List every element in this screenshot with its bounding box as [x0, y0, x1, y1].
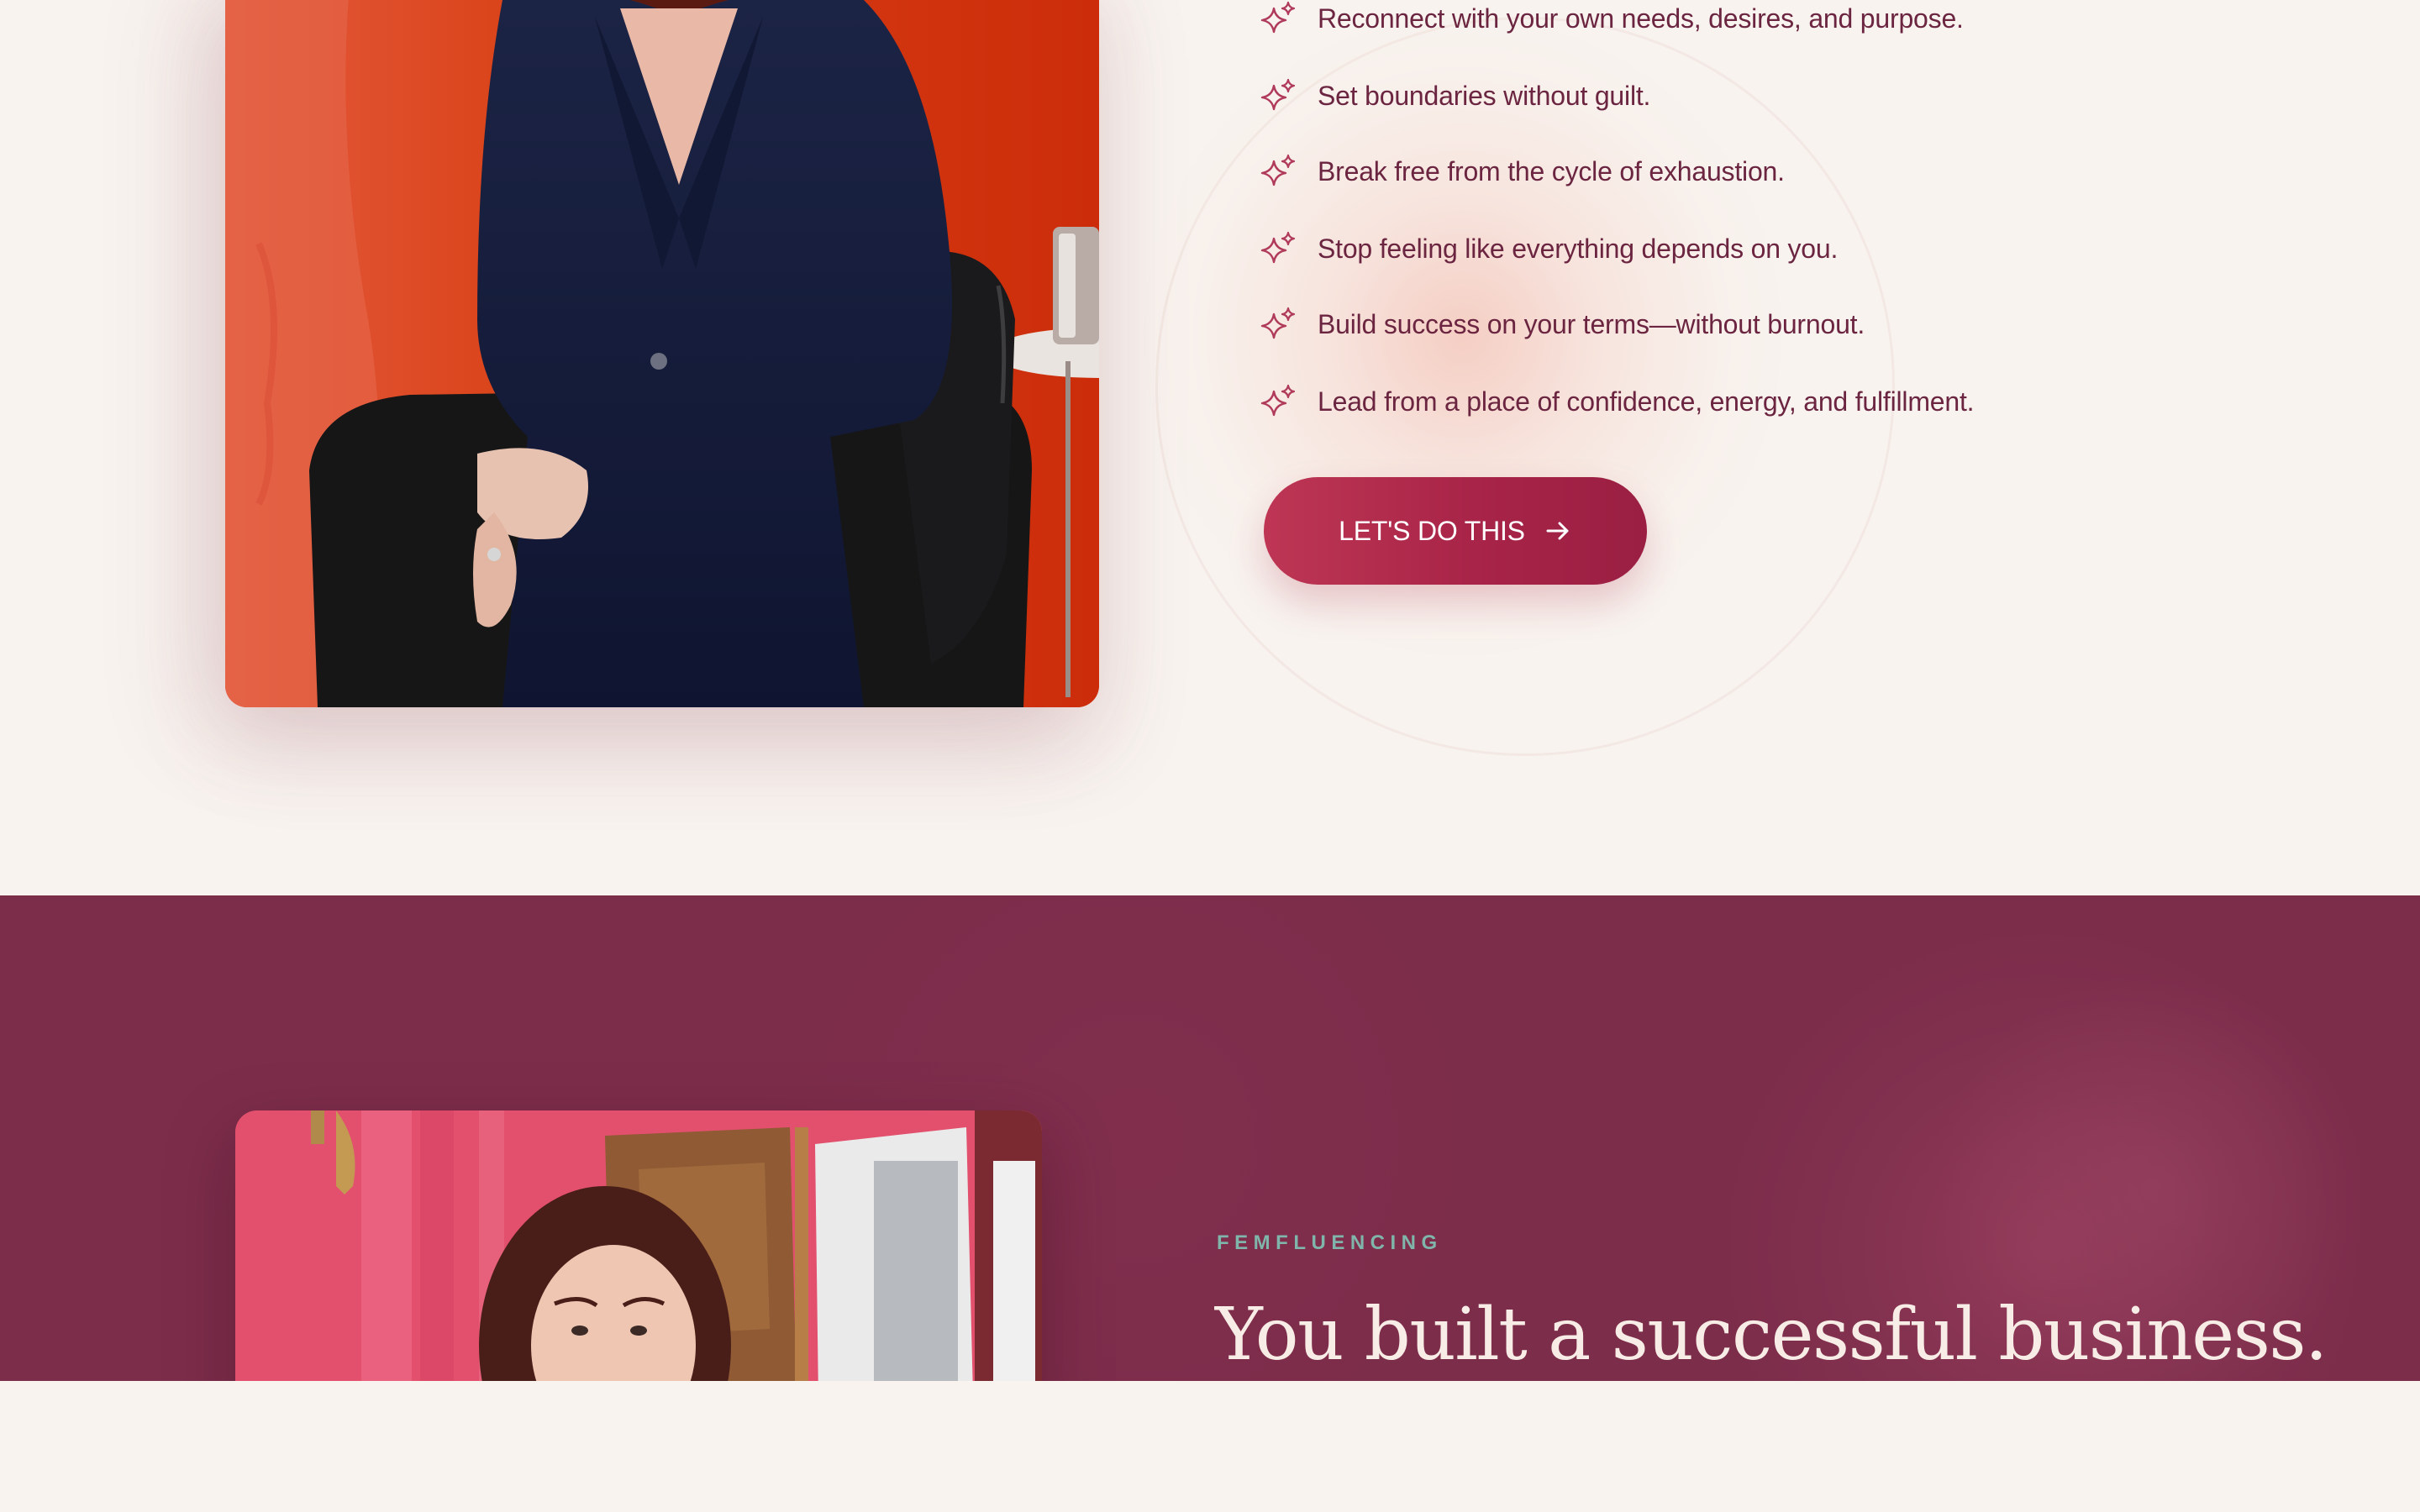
page: Reconnect with your own needs, desires, … [0, 0, 2420, 1512]
list-item: Reconnect with your own needs, desires, … [1260, 0, 1964, 39]
page-background-strip [0, 1381, 2420, 1512]
lets-do-this-button[interactable]: LET'S DO THIS [1264, 477, 1647, 585]
sparkle-icon [1260, 231, 1296, 264]
arrow-right-icon [1546, 522, 1569, 540]
portrait-photo-doorway [235, 1110, 1042, 1381]
list-item: Build success on your terms—without burn… [1260, 304, 1865, 344]
sparkle-icon [1260, 307, 1296, 339]
about-section: FEMFLUENCING You built a successful busi… [0, 895, 2420, 1381]
benefit-text: Reconnect with your own needs, desires, … [1318, 3, 1964, 34]
benefit-text: Set boundaries without guilt. [1318, 80, 1651, 111]
benefit-text: Break free from the cycle of exhaustion. [1318, 155, 1785, 186]
benefit-text: Lead from a place of confidence, energy,… [1318, 386, 1975, 417]
section-eyebrow: FEMFLUENCING [1217, 1231, 1443, 1254]
list-item: Break free from the cycle of exhaustion. [1260, 151, 1785, 192]
list-item: Lead from a place of confidence, energy,… [1260, 381, 1975, 422]
benefit-text: Stop feeling like everything depends on … [1318, 233, 1839, 264]
benefit-text: Build success on your terms—without burn… [1318, 308, 1865, 339]
list-item: Stop feeling like everything depends on … [1260, 228, 1838, 269]
sparkle-icon [1260, 78, 1296, 111]
section-headline: You built a successful business. [1215, 1293, 2328, 1377]
sparkle-icon [1260, 384, 1296, 417]
sparkle-icon [1260, 1, 1296, 34]
benefits-section: Reconnect with your own needs, desires, … [0, 0, 2420, 895]
cta-label: LET'S DO THIS [1339, 515, 1525, 546]
list-item: Set boundaries without guilt. [1260, 76, 1650, 116]
portrait-photo-seated [225, 0, 1099, 707]
sparkle-icon [1260, 154, 1296, 186]
